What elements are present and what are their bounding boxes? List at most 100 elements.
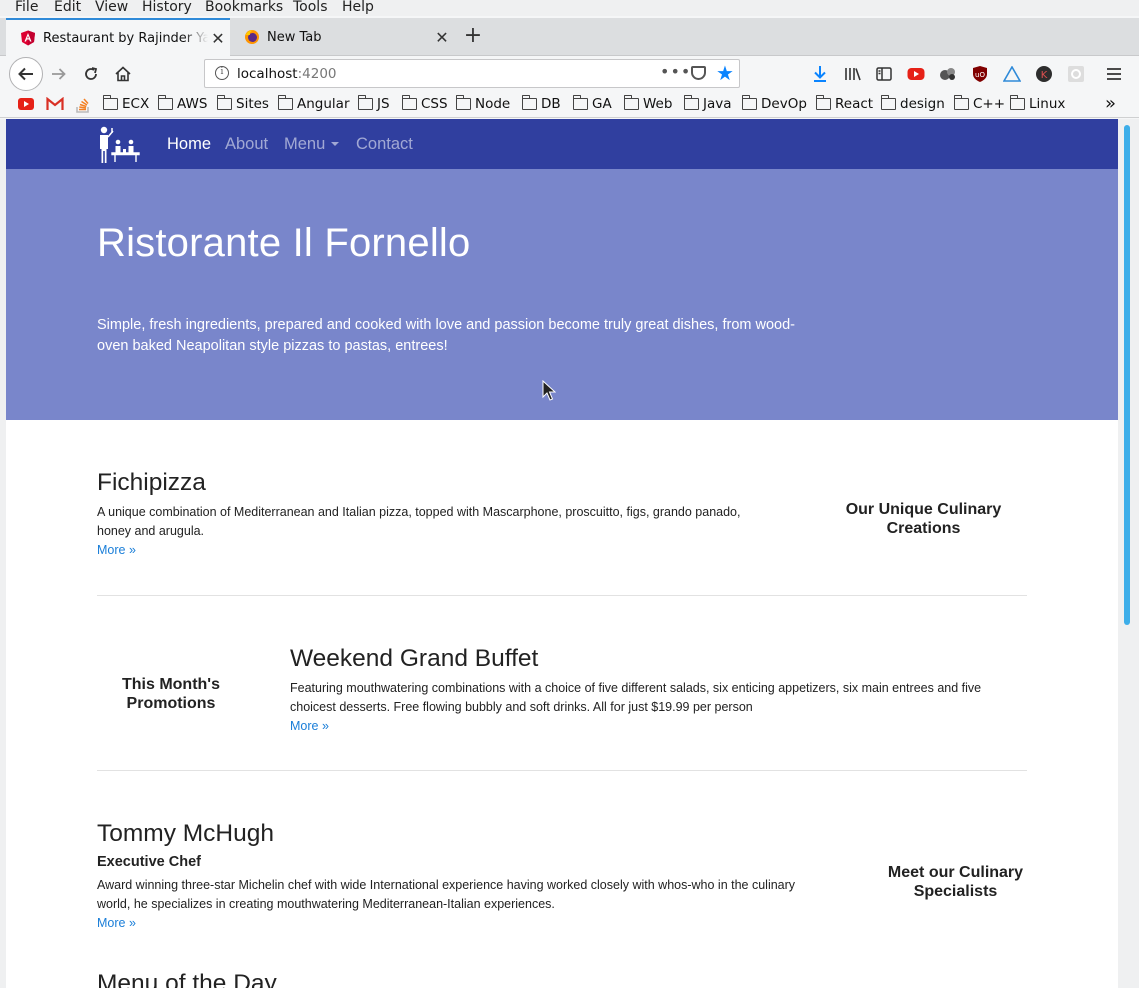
extension-grey-icon[interactable] bbox=[1066, 64, 1086, 84]
bookmark-label: GA bbox=[592, 96, 612, 112]
nav-contact-link[interactable]: Contact bbox=[356, 135, 413, 154]
url-bar[interactable]: i localhost:4200 ••• ★ bbox=[204, 59, 740, 88]
nav-bar: i localhost:4200 ••• ★ uO K bbox=[0, 56, 1139, 92]
promo-description: Featuring mouthwatering combinations wit… bbox=[290, 681, 982, 714]
page-scrollbar[interactable] bbox=[1118, 119, 1139, 988]
nav-about-link[interactable]: About bbox=[225, 135, 268, 154]
bookmark-star-icon[interactable]: ★ bbox=[716, 61, 734, 85]
nav-home-link[interactable]: Home bbox=[167, 135, 211, 154]
tab-restaurant[interactable]: Restaurant by Rajinder Yadav ✕ bbox=[6, 18, 230, 56]
sidebar-icon[interactable] bbox=[874, 64, 894, 84]
bookmarks-toolbar: ECX AWS Sites Angular JS CSS Node DB GA … bbox=[0, 92, 1139, 118]
youtube-bookmark-icon[interactable] bbox=[17, 97, 35, 113]
folder-icon bbox=[683, 95, 699, 110]
bookmark-folder-react[interactable]: React bbox=[815, 95, 874, 112]
hamburger-menu-icon[interactable] bbox=[1104, 64, 1124, 84]
folder-icon bbox=[572, 95, 588, 110]
extension-triangle-icon[interactable] bbox=[1002, 64, 1022, 84]
bookmark-label: JS bbox=[377, 96, 390, 112]
library-icon[interactable] bbox=[843, 64, 863, 84]
bookmark-label: ECX bbox=[122, 96, 150, 112]
mouse-cursor-icon bbox=[542, 380, 556, 401]
close-icon[interactable]: ✕ bbox=[208, 29, 228, 48]
page-viewport: Home About Menu Contact Ristorante Il Fo… bbox=[6, 119, 1118, 988]
bookmark-label: DB bbox=[541, 96, 561, 112]
page-actions-icon[interactable]: ••• bbox=[660, 62, 691, 81]
bookmark-label: Node bbox=[475, 96, 511, 112]
bookmark-folder-java[interactable]: Java bbox=[683, 95, 732, 112]
dish-more-link[interactable]: More » bbox=[97, 541, 1027, 560]
bookmark-label: Linux bbox=[1029, 96, 1066, 112]
bookmark-folder-node[interactable]: Node bbox=[455, 95, 511, 112]
bookmark-label: React bbox=[835, 96, 874, 112]
info-icon[interactable]: i bbox=[215, 66, 229, 80]
folder-icon bbox=[277, 95, 293, 110]
forward-button[interactable] bbox=[43, 58, 75, 90]
bookmark-folder-web[interactable]: Web bbox=[623, 95, 673, 112]
caret-down-icon bbox=[331, 142, 340, 146]
menu-history[interactable]: History bbox=[142, 0, 192, 16]
angular-icon bbox=[20, 30, 36, 46]
bookmark-label: Web bbox=[643, 96, 673, 112]
svg-text:K: K bbox=[1041, 70, 1048, 81]
bookmark-folder-sites[interactable]: Sites bbox=[216, 95, 269, 112]
bookmark-label: Angular bbox=[297, 96, 350, 112]
back-arrow-icon bbox=[18, 67, 33, 81]
downloads-icon[interactable] bbox=[810, 64, 830, 84]
bookmark-folder-db[interactable]: DB bbox=[521, 95, 561, 112]
folder-icon bbox=[521, 95, 537, 110]
home-button[interactable] bbox=[107, 58, 139, 90]
dish-description: A unique combination of Mediterranean an… bbox=[97, 505, 741, 538]
bookmark-label: CSS bbox=[421, 96, 448, 112]
scrollbar-thumb[interactable] bbox=[1124, 125, 1130, 625]
menu-view[interactable]: View bbox=[95, 0, 128, 16]
bookmark-folder-ecx[interactable]: ECX bbox=[102, 95, 150, 112]
bookmark-folder-design[interactable]: design bbox=[880, 95, 945, 112]
new-tab-icon[interactable]: + bbox=[460, 23, 486, 49]
youtube-extension-icon[interactable] bbox=[906, 64, 926, 84]
url-text[interactable]: localhost:4200 bbox=[237, 66, 337, 82]
tab-title: New Tab bbox=[267, 29, 322, 45]
more-bookmarks-icon[interactable]: » bbox=[1105, 93, 1116, 114]
url-host: localhost bbox=[237, 66, 298, 82]
folder-icon bbox=[623, 95, 639, 110]
bookmark-label: Sites bbox=[236, 96, 269, 112]
back-button[interactable] bbox=[9, 57, 43, 91]
menu-of-day-section: Menu of the Day bbox=[97, 970, 1027, 988]
restaurant-logo-icon[interactable] bbox=[95, 125, 143, 165]
home-icon bbox=[115, 66, 131, 82]
menu-file[interactable]: File bbox=[15, 0, 38, 16]
folder-icon bbox=[216, 95, 232, 110]
bookmark-folder-js[interactable]: JS bbox=[357, 95, 390, 112]
chef-side-heading: Meet our Culinary Specialists bbox=[887, 864, 1024, 900]
reload-button[interactable] bbox=[75, 58, 107, 90]
menu-help[interactable]: Help bbox=[342, 0, 374, 16]
menu-edit[interactable]: Edit bbox=[54, 0, 81, 16]
extension-icon[interactable] bbox=[938, 64, 958, 84]
bookmark-folder-ga[interactable]: GA bbox=[572, 95, 612, 112]
pocket-icon[interactable] bbox=[691, 66, 706, 80]
chef-more-link[interactable]: More » bbox=[97, 914, 1027, 933]
bookmark-folder-aws[interactable]: AWS bbox=[157, 95, 208, 112]
nav-menu-dropdown[interactable]: Menu bbox=[284, 135, 340, 154]
tab-new[interactable]: New Tab ✕ bbox=[230, 18, 454, 56]
bookmark-folder-devop[interactable]: DevOp bbox=[741, 95, 807, 112]
hero-title: Ristorante Il Fornello bbox=[97, 221, 471, 265]
bookmark-folder-angular[interactable]: Angular bbox=[277, 95, 350, 112]
bookmark-folder-css[interactable]: CSS bbox=[401, 95, 448, 112]
bookmark-folder-cpp[interactable]: C++ bbox=[953, 95, 1005, 112]
extension-k-icon[interactable]: K bbox=[1034, 64, 1054, 84]
promo-title: Weekend Grand Buffet bbox=[290, 645, 539, 672]
stackoverflow-bookmark-icon[interactable] bbox=[75, 97, 93, 113]
bookmark-label: DevOp bbox=[761, 96, 807, 112]
bookmark-label: AWS bbox=[177, 96, 208, 112]
bookmark-folder-linux[interactable]: Linux bbox=[1009, 95, 1066, 112]
folder-icon bbox=[455, 95, 471, 110]
close-icon[interactable]: ✕ bbox=[432, 28, 452, 47]
menu-tools[interactable]: Tools bbox=[293, 0, 328, 16]
gmail-bookmark-icon[interactable] bbox=[46, 96, 64, 113]
folder-icon bbox=[953, 95, 969, 110]
promo-more-link[interactable]: More » bbox=[290, 717, 1020, 736]
ublock-icon[interactable]: uO bbox=[970, 64, 990, 84]
menu-bookmarks[interactable]: Bookmarks bbox=[205, 0, 283, 16]
